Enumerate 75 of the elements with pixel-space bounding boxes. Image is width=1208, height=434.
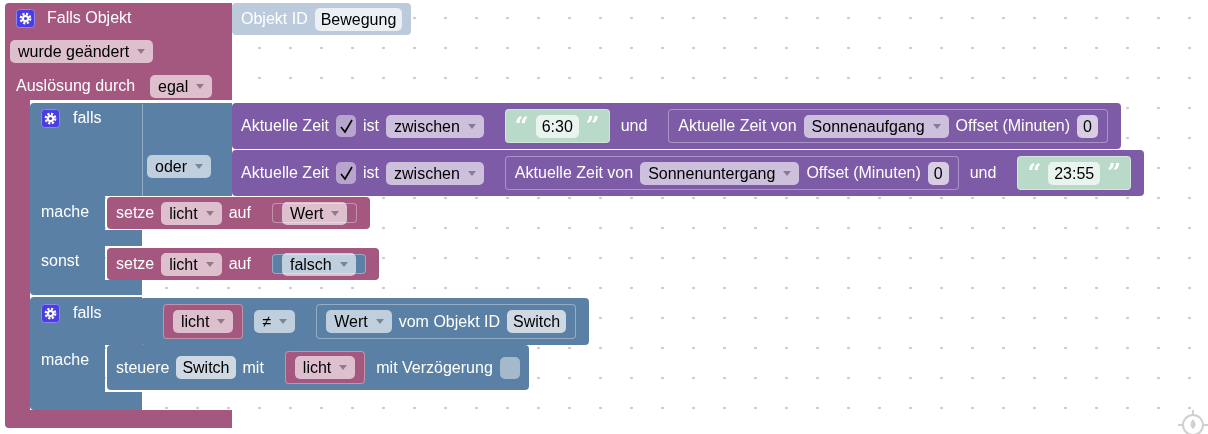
gear-icon[interactable]: [16, 9, 35, 28]
block-label: Aktuelle Zeit: [241, 163, 330, 183]
dropdown[interactable]: licht: [161, 201, 222, 225]
gear-icon[interactable]: [41, 109, 60, 128]
dropdown[interactable]: licht: [173, 310, 234, 333]
block-label: Falls Objekt: [47, 8, 132, 28]
dropdown[interactable]: Sonnenuntergang: [640, 161, 800, 185]
dropdown[interactable]: wurde geändert: [10, 40, 154, 63]
dropdown[interactable]: oder: [147, 155, 212, 178]
dropdown[interactable]: falsch: [281, 252, 356, 276]
block-label: Objekt ID: [241, 9, 308, 29]
block-label: vom Objekt ID: [398, 311, 501, 332]
block-label: setze: [116, 203, 155, 223]
block-label: mache: [41, 202, 90, 222]
dropdown[interactable]: Wert: [281, 201, 348, 225]
block-label: Offset (Minuten): [955, 116, 1071, 136]
quote-mark: ”: [1107, 163, 1122, 183]
checkbox[interactable]: [499, 356, 520, 379]
dropdown[interactable]: ≠: [254, 310, 296, 333]
block-label: Aktuelle Zeit: [241, 116, 330, 136]
block-label: steuere: [116, 357, 170, 378]
dropdown[interactable]: egal: [150, 75, 213, 98]
caret-icon: [217, 319, 226, 324]
block-label: setze: [116, 254, 155, 274]
input-field[interactable]: 6:30: [535, 114, 579, 138]
block-label: falls: [73, 108, 102, 128]
input-field[interactable]: 0: [1077, 114, 1098, 138]
checkbox[interactable]: [336, 115, 357, 137]
caret-icon: [195, 164, 204, 169]
caret-icon: [279, 319, 288, 324]
block-label: auf: [228, 203, 251, 223]
input-field[interactable]: Switch: [176, 356, 236, 379]
input-field[interactable]: 23:55: [1048, 161, 1101, 185]
dropdown[interactable]: licht: [161, 252, 222, 276]
block-label: ist: [363, 163, 380, 183]
block-label: Auslösung durch: [16, 76, 136, 96]
block-label: und: [969, 163, 997, 183]
caret-icon: [196, 84, 205, 89]
block-label: falls: [73, 303, 102, 323]
caret-icon: [467, 170, 476, 176]
input-field[interactable]: 0: [927, 161, 949, 185]
dropdown[interactable]: Sonnenaufgang: [803, 114, 949, 138]
block-label: Aktuelle Zeit von: [514, 163, 634, 183]
caret-icon: [467, 123, 476, 129]
dropdown[interactable]: licht: [294, 356, 356, 379]
quote-mark: “: [514, 116, 529, 136]
block-label: Aktuelle Zeit von: [678, 116, 797, 136]
block-label: mit Verzögerung: [376, 357, 493, 378]
dropdown[interactable]: Wert: [326, 310, 392, 333]
block-label: und: [620, 116, 648, 136]
block-label: mit: [242, 357, 264, 378]
caret-icon: [339, 365, 348, 370]
checkbox[interactable]: [336, 162, 357, 184]
caret-icon: [205, 261, 214, 267]
caret-icon: [932, 123, 941, 129]
caret-icon: [137, 49, 146, 54]
caret-icon: [331, 210, 340, 216]
input-field[interactable]: Switch: [507, 310, 567, 333]
block-label: ist: [363, 116, 380, 136]
check-icon: [339, 118, 353, 134]
check-icon: [339, 165, 353, 181]
block-label: auf: [228, 254, 251, 274]
quote-mark: ”: [585, 116, 600, 136]
gear-icon[interactable]: [41, 304, 60, 323]
input-field[interactable]: Bewegung: [314, 7, 403, 31]
caret-icon: [783, 170, 792, 176]
block-label: sonst: [41, 251, 80, 271]
block-label: Offset (Minuten): [806, 163, 921, 183]
dropdown[interactable]: zwischen: [386, 114, 484, 138]
block-label: mache: [41, 350, 90, 370]
caret-icon: [375, 319, 384, 324]
caret-icon: [339, 261, 348, 267]
dropdown[interactable]: zwischen: [386, 161, 484, 185]
caret-icon: [205, 210, 214, 216]
quote-mark: “: [1027, 163, 1042, 183]
